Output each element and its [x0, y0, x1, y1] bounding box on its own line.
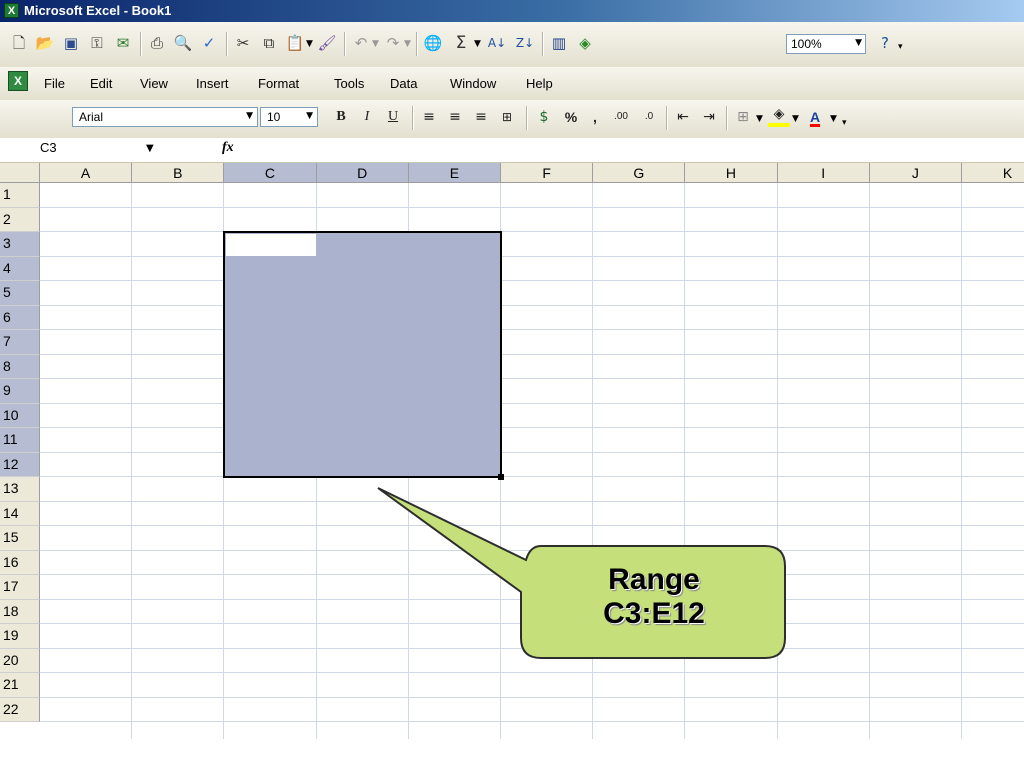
callout-line-2: C3:E12 [603, 597, 705, 630]
callout-label: Range C3:E12 [523, 563, 785, 631]
callout-shape [377, 487, 786, 659]
callout-line-1: Range [608, 563, 700, 596]
